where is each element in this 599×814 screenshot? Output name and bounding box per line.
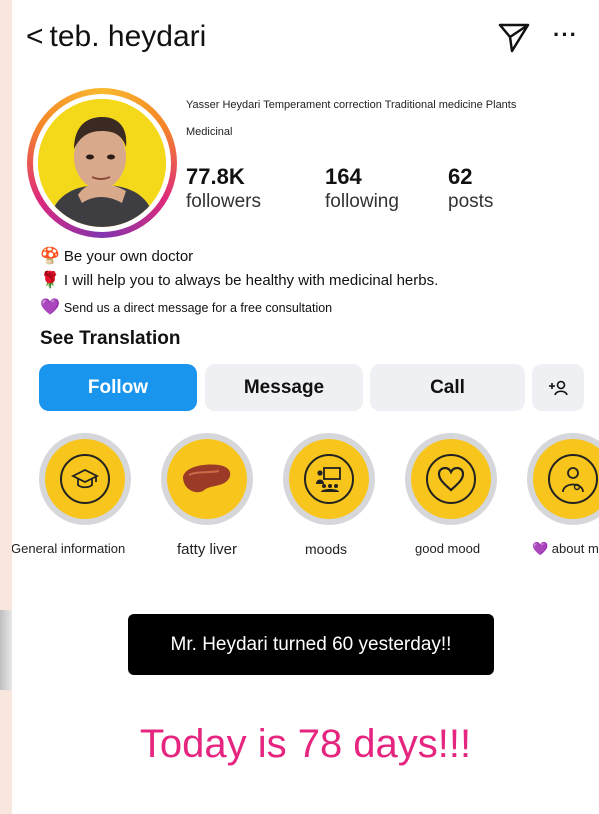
- back-chevron-icon[interactable]: <: [26, 22, 44, 52]
- headline-caption: Today is 78 days!!!: [139, 722, 472, 766]
- stat-following[interactable]: 164 following: [325, 165, 399, 213]
- follow-button[interactable]: Follow: [39, 364, 197, 411]
- highlight-about-me[interactable]: 💜 about m: [527, 433, 599, 573]
- stat-value: 62: [448, 164, 473, 189]
- highlight-label: moods: [305, 541, 348, 557]
- username-title: teb. heydari: [49, 20, 207, 53]
- profile-portrait-icon: [38, 99, 166, 227]
- announcement-banner: Mr. Heydari turned 60 yesterday!!: [128, 614, 494, 675]
- doctor-icon: [548, 454, 598, 504]
- graduation-cap-icon: [60, 454, 110, 504]
- avatar-photo: [38, 99, 166, 227]
- stat-followers[interactable]: 77.8K followers: [186, 165, 261, 213]
- add-person-icon: [549, 380, 568, 395]
- page-edge-shadow: [0, 610, 12, 690]
- stat-value: 77.8K: [186, 164, 245, 189]
- profile-screen: < teb. heydari ··· Yasser Heydari Temper…: [12, 0, 599, 814]
- back-button[interactable]: < teb. heydari: [26, 20, 206, 54]
- heart-icon: [426, 454, 476, 504]
- call-button[interactable]: Call: [370, 364, 525, 411]
- send-icon[interactable]: [498, 23, 530, 53]
- more-options-icon[interactable]: ···: [553, 22, 578, 48]
- bio-line: 🌹 I will help you to always be healthy w…: [40, 272, 438, 289]
- highlight-good-mood[interactable]: good mood: [405, 433, 497, 573]
- top-bar: < teb. heydari ···: [12, 0, 599, 70]
- mushroom-icon: 🍄: [40, 247, 60, 265]
- avatar[interactable]: [27, 88, 177, 238]
- highlight-moods[interactable]: moods: [283, 433, 375, 573]
- highlight-label: General information: [12, 541, 126, 556]
- highlight-fatty-liver[interactable]: fatty liver: [161, 433, 253, 573]
- stat-label: followers: [186, 191, 261, 212]
- stat-value: 164: [325, 164, 362, 189]
- bio-text: Be your own doctor: [63, 248, 194, 265]
- see-translation-link[interactable]: See Translation: [40, 328, 180, 350]
- liver-icon: [177, 456, 237, 502]
- stat-label: following: [325, 191, 399, 212]
- profile-full-name: Yasser Heydari Temperament correction Tr…: [186, 99, 517, 111]
- profile-category: Medicinal: [186, 126, 233, 138]
- purple-heart-icon: 💜: [40, 299, 60, 316]
- bio-text: I will help you to always be healthy wit…: [63, 272, 439, 289]
- highlight-general-information[interactable]: General information: [12, 433, 131, 573]
- bio-text: Send us a direct message for a free cons…: [63, 301, 333, 315]
- stat-label: posts: [448, 191, 494, 212]
- presentation-icon: [304, 454, 354, 504]
- message-button[interactable]: Message: [205, 364, 363, 411]
- bio-line: 🍄 Be your own doctor: [40, 248, 193, 265]
- highlight-label: good mood: [415, 541, 481, 556]
- stat-posts[interactable]: 62 posts: [448, 165, 493, 213]
- add-user-button[interactable]: [532, 364, 584, 411]
- highlight-label: fatty liver: [177, 541, 238, 558]
- bio-line: 💜 Send us a direct message for a free co…: [40, 300, 332, 316]
- rose-icon: 🌹: [40, 271, 60, 289]
- highlight-label: 💜 about m: [532, 541, 599, 556]
